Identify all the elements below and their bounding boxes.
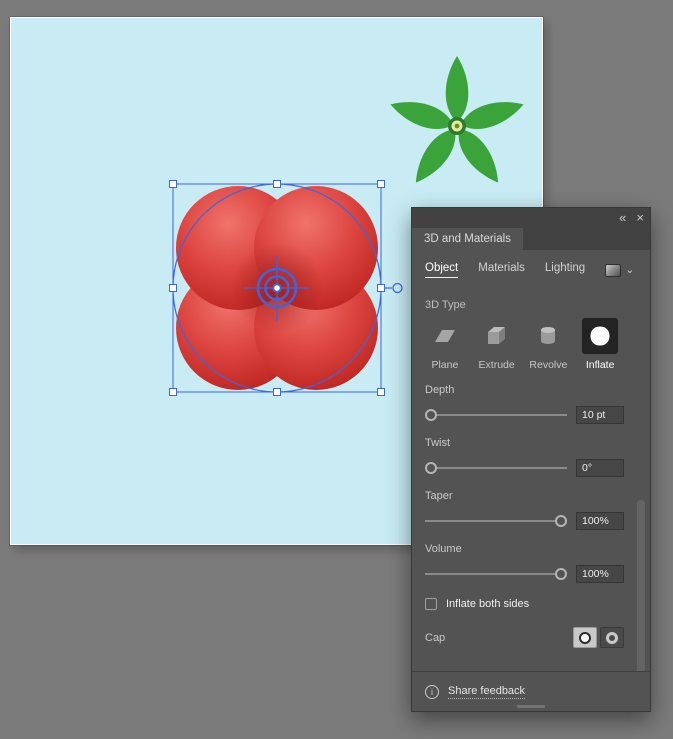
side-rotate-handle[interactable] xyxy=(392,282,403,294)
panel-title: 3D and Materials xyxy=(424,233,511,245)
flower-center-dot xyxy=(454,123,460,129)
depth-label: Depth xyxy=(425,384,455,396)
volume-control: Volume xyxy=(425,543,624,583)
type-plane-button[interactable]: Plane xyxy=(421,318,469,371)
selection-handle-w[interactable] xyxy=(169,284,177,292)
extrude-icon xyxy=(479,318,515,354)
tab-lighting[interactable]: Lighting xyxy=(545,262,585,278)
depth-slider[interactable] xyxy=(424,406,567,424)
selection-handle-ne[interactable] xyxy=(377,180,385,188)
twist-slider-track xyxy=(425,467,567,469)
plane-icon xyxy=(427,318,463,354)
twist-slider-knob[interactable] xyxy=(424,462,437,474)
taper-value-field[interactable] xyxy=(576,512,624,530)
preset-menu-button[interactable]: ⌄ xyxy=(605,263,635,277)
volume-slider[interactable] xyxy=(425,565,568,583)
panel-3d-and-materials: « × 3D and Materials Object Materials Li… xyxy=(411,207,651,712)
taper-control: Taper xyxy=(425,490,624,530)
type-extrude-button[interactable]: Extrude xyxy=(473,318,521,371)
selection-handle-sw[interactable] xyxy=(169,388,177,396)
type-revolve-button[interactable]: Revolve xyxy=(525,318,573,371)
inflate-both-sides-row: Inflate both sides xyxy=(425,598,624,610)
close-panel-icon[interactable]: × xyxy=(636,209,644,227)
cap-label: Cap xyxy=(425,631,446,644)
taper-slider-knob[interactable] xyxy=(555,515,568,527)
taper-slider[interactable] xyxy=(425,512,568,530)
type-inflate-button[interactable]: Inflate xyxy=(576,318,624,371)
depth-value-field[interactable] xyxy=(576,406,624,424)
tab-materials[interactable]: Materials xyxy=(478,262,525,278)
taper-label: Taper xyxy=(425,490,453,502)
volume-slider-track xyxy=(425,573,567,575)
type-inflate-label: Inflate xyxy=(585,359,615,371)
panel-body: Object Materials Lighting ⌄ 3D Type Plan… xyxy=(412,250,650,703)
volume-slider-knob[interactable] xyxy=(555,568,568,580)
selection-handle-se[interactable] xyxy=(377,388,385,396)
cap-hollow-button[interactable] xyxy=(600,627,624,648)
taper-slider-track xyxy=(425,520,567,522)
inflate-both-sides-checkbox[interactable] xyxy=(425,598,437,610)
depth-control: Depth xyxy=(424,384,624,424)
collapse-panel-icon[interactable]: « xyxy=(619,209,626,227)
flower-petal xyxy=(445,56,469,122)
selection-handle-e[interactable] xyxy=(377,284,385,292)
inflate-icon xyxy=(582,318,619,354)
cap-solid-icon xyxy=(579,631,591,644)
depth-slider-knob[interactable] xyxy=(424,409,437,421)
3d-type-options: Plane Extrude Revolve Inflate xyxy=(421,318,624,371)
share-feedback-link[interactable]: Share feedback xyxy=(448,685,526,699)
chevron-down-icon: ⌄ xyxy=(625,264,635,276)
panel-scrollbar-thumb[interactable] xyxy=(637,500,645,690)
panel-header: « × 3D and Materials xyxy=(412,208,650,250)
depth-slider-track xyxy=(425,414,567,416)
twist-slider[interactable] xyxy=(424,459,567,477)
mode-tabs: Object Materials Lighting ⌄ xyxy=(425,250,634,290)
volume-value-field[interactable] xyxy=(576,565,624,583)
twist-label: Twist xyxy=(425,437,451,449)
panel-resize-grip[interactable] xyxy=(517,705,545,708)
cap-hollow-icon xyxy=(606,631,618,644)
3d-type-label: 3D Type xyxy=(425,299,466,311)
info-icon: i xyxy=(425,684,439,699)
material-preview-icon xyxy=(605,263,622,277)
selection-handle-n[interactable] xyxy=(273,180,281,188)
cap-row: Cap xyxy=(425,627,624,648)
revolve-icon xyxy=(530,318,566,354)
type-extrude-label: Extrude xyxy=(478,359,515,371)
type-revolve-label: Revolve xyxy=(529,359,568,371)
selection-handle-nw[interactable] xyxy=(169,180,177,188)
twist-value-field[interactable] xyxy=(576,459,624,477)
panel-tab-3d-and-materials[interactable]: 3D and Materials xyxy=(412,228,523,250)
flower-shape[interactable] xyxy=(387,56,527,189)
tab-object[interactable]: Object xyxy=(425,262,459,278)
type-plane-label: Plane xyxy=(431,359,459,371)
inflate-both-sides-label: Inflate both sides xyxy=(446,598,530,610)
cap-solid-button[interactable] xyxy=(573,627,597,648)
volume-label: Volume xyxy=(425,543,462,555)
twist-control: Twist xyxy=(424,437,624,477)
selection-handle-s[interactable] xyxy=(273,388,281,396)
